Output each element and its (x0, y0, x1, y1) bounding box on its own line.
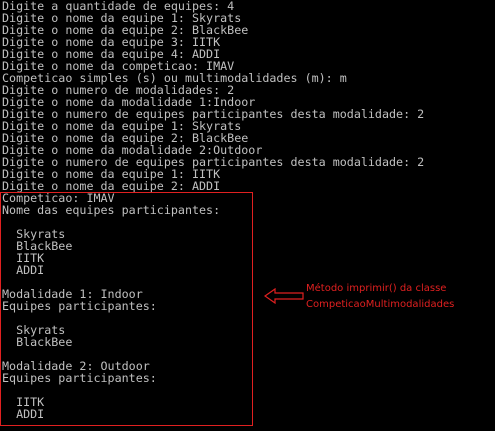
annotation-line-1: Método imprimir() da classe (306, 283, 447, 294)
highlight-box (0, 192, 253, 426)
left-arrow-icon (264, 288, 304, 304)
console-window: Digite a quantidade de equipes: 4 Digite … (0, 0, 495, 431)
annotation-line-2: CompeticaoMultimodalidades (306, 299, 455, 310)
